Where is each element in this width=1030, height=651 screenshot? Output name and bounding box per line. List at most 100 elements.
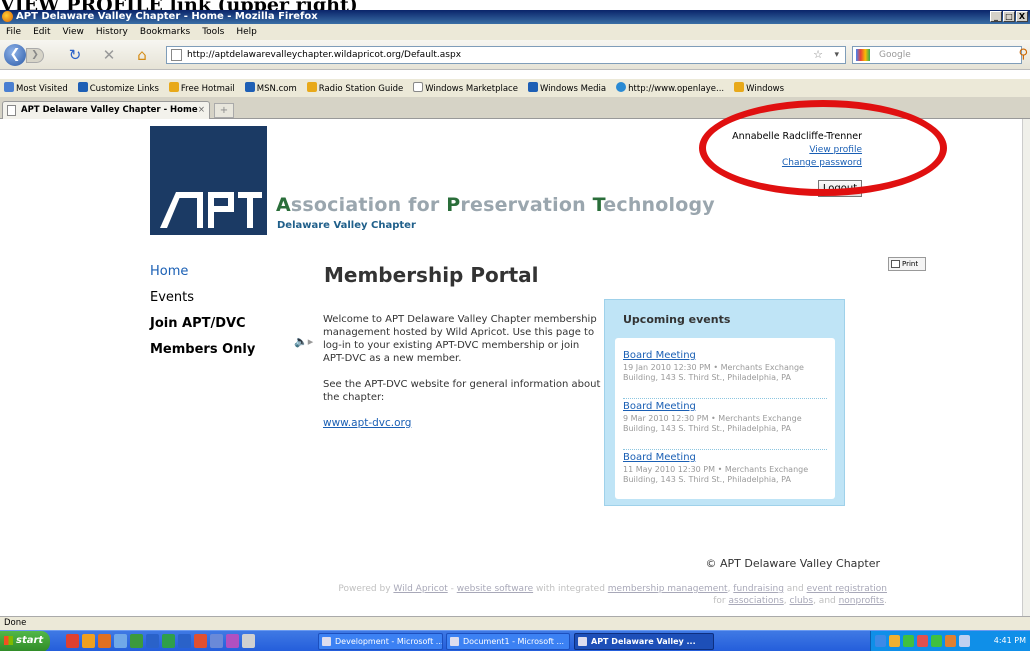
welcome-paragraph: Welcome to APT Delaware Valley Chapter m… [323,314,597,364]
nav-item-join[interactable]: Join APT/DVC [150,314,255,340]
clubs-link[interactable]: clubs [790,596,814,606]
bookmark-windows-marketplace[interactable]: Windows Marketplace [413,82,518,94]
event-item: Board Meeting 11 May 2010 12:30 PM • Mer… [623,452,827,501]
tab-apt-home[interactable]: APT Delaware Valley Chapter - Home × [2,101,210,119]
taskbar-item-firefox[interactable]: APT Delaware Valley ... [574,633,714,650]
event-registration-link[interactable]: event registration [807,584,887,594]
app-icon[interactable] [210,634,223,648]
close-window-button[interactable]: X [1016,11,1028,22]
app-icon [322,637,331,646]
msn-icon [527,82,538,92]
page-title: Membership Portal [324,263,539,287]
app-icon[interactable] [242,634,255,648]
home-icon[interactable]: ⌂ [133,46,151,64]
menu-bookmarks[interactable]: Bookmarks [140,27,190,37]
menu-view[interactable]: View [63,27,84,37]
fundraising-link[interactable]: fundraising [733,584,784,594]
stop-icon[interactable]: ✕ [100,46,118,64]
app-icon[interactable] [226,634,239,648]
word-icon[interactable] [178,634,191,648]
outlook-icon[interactable] [146,634,159,648]
maximize-button[interactable]: □ [1003,11,1015,22]
nav-item-members-only[interactable]: Members Only [150,340,255,366]
search-icon[interactable]: ⚲ [1018,47,1028,62]
event-title-link[interactable]: Board Meeting [623,401,827,412]
annotation-ellipse [699,100,947,196]
volume-icon[interactable] [959,635,970,647]
bookmark-radio-station-guide[interactable]: Radio Station Guide [306,82,403,94]
web-page: Association for Preservation Technology … [0,100,1022,616]
network-icon[interactable] [903,635,914,647]
app-icon[interactable] [98,634,111,648]
url-dropdown-icon[interactable]: ▾ [834,47,839,63]
tray-icon[interactable] [945,635,956,647]
menu-help[interactable]: Help [236,27,257,37]
page-scrollbar[interactable] [1022,119,1030,616]
tab-label: APT Delaware Valley Chapter - Home [21,105,198,115]
bookmark-customize-links[interactable]: Customize Links [77,82,159,94]
app-icon[interactable] [130,634,143,648]
nonprofits-link[interactable]: nonprofits [839,596,885,606]
menu-bar: File Edit View History Bookmarks Tools H… [0,24,1030,40]
bookmark-star-icon[interactable]: ☆ [813,47,823,63]
wild-apricot-link[interactable]: Wild Apricot [393,584,447,594]
start-button[interactable]: start [0,631,50,651]
tray-icon[interactable] [875,635,886,647]
print-label: Print [902,260,919,268]
menu-file[interactable]: File [6,27,21,37]
powerpoint-icon[interactable] [194,634,207,648]
bookmark-windows[interactable]: Windows [734,82,784,94]
back-button[interactable]: ❮ [4,44,26,66]
event-item: Board Meeting 19 Jan 2010 12:30 PM • Mer… [623,350,827,399]
bookmark-label: MSN.com [256,84,297,94]
taskbar-item-development[interactable]: Development - Microsoft ... [318,633,443,650]
address-bar[interactable]: http://aptdelawarevalleychapter.wildapri… [166,46,846,64]
task-label: Document1 - Microsoft ... [463,637,565,646]
printer-icon [891,260,900,268]
bookmark-label: Free Hotmail [180,84,235,94]
google-icon[interactable] [856,49,870,61]
website-software-link[interactable]: website software [457,584,533,594]
window-controls: _ □ X [990,11,1028,22]
nav-item-events[interactable]: Events [150,288,255,314]
menu-edit[interactable]: Edit [33,27,50,37]
acrobat-icon[interactable] [66,634,79,648]
event-title-link[interactable]: Board Meeting [623,452,827,463]
window-titlebar: APT Delaware Valley Chapter - Home - Moz… [0,10,1030,24]
org-initial-t: T [592,194,604,216]
print-button[interactable]: Print [888,257,926,271]
tray-icon[interactable] [917,635,928,647]
system-tray: 4:41 PM [870,631,1030,651]
associations-link[interactable]: associations [728,596,783,606]
minimize-button[interactable]: _ [990,11,1002,22]
close-tab-icon[interactable]: × [198,102,205,118]
forward-button[interactable]: ❯ [26,48,44,63]
membership-management-link[interactable]: membership management [608,584,728,594]
tray-icon[interactable] [889,635,900,647]
bookmark-free-hotmail[interactable]: Free Hotmail [168,82,235,94]
new-tab-button[interactable]: + [214,103,234,118]
app-icon[interactable] [114,634,127,648]
bookmark-openlayers[interactable]: http://www.openlaye... [616,82,724,94]
bookmark-msn[interactable]: MSN.com [244,82,297,94]
excel-icon[interactable] [162,634,175,648]
firefox-icon[interactable] [82,634,95,648]
apt-dvc-website-link[interactable]: www.apt-dvc.org [323,417,411,429]
taskbar-item-document1[interactable]: Document1 - Microsoft ... [446,633,570,650]
search-input[interactable]: Google [852,46,1022,64]
reload-icon[interactable]: ↻ [66,46,84,64]
search-placeholder: Google [879,50,911,60]
menu-history[interactable]: History [96,27,128,37]
bookmark-most-visited[interactable]: Most Visited [4,82,68,94]
bookmark-windows-media[interactable]: Windows Media [527,82,607,94]
upcoming-events-panel: Upcoming events Board Meeting 19 Jan 201… [604,299,845,506]
event-title-link[interactable]: Board Meeting [623,350,827,361]
event-detail: 19 Jan 2010 12:30 PM • Merchants Exchang… [623,363,804,382]
signal-icon[interactable] [931,635,942,647]
copyright-text: © APT Delaware Valley Chapter [705,557,880,570]
nav-item-home[interactable]: Home [150,262,255,288]
quick-launch [66,634,255,648]
bookmark-label: Windows Media [539,84,607,94]
menu-tools[interactable]: Tools [202,27,224,37]
windows-icon [734,82,745,92]
